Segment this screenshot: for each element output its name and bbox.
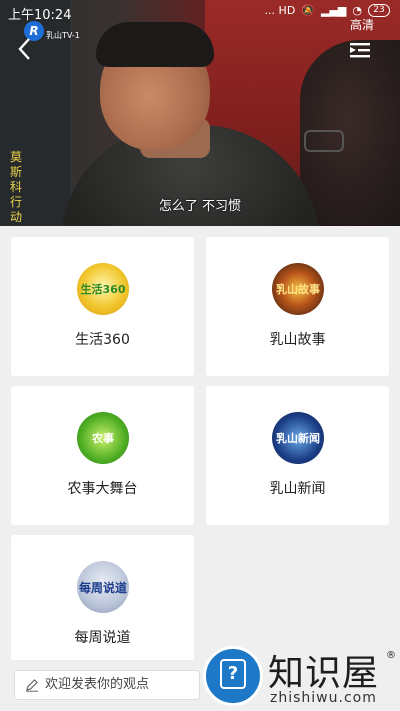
program-thumbnail: 生活360 [77,263,129,315]
program-label: 乳山故事 [269,332,326,348]
video-subtitle: 怎么了 不习惯 [158,199,242,214]
program-thumbnail: 每周说道 [77,561,129,613]
program-thumbnail: 农事 [77,412,129,464]
program-card-shenghuo360[interactable]: 生活360 生活360 [11,237,194,376]
status-extra-indicators: ... HD [264,4,296,17]
program-label: 每周说道 [74,630,131,646]
program-card-meizhou-shuodao[interactable]: 每周说道 每周说道 [11,535,194,674]
program-card-nongshi-wutai[interactable]: 农事 农事大舞台 [11,386,194,525]
comment-placeholder: 欢迎发表你的观点 [45,677,150,692]
program-label: 乳山新闻 [269,481,326,497]
pencil-icon [26,679,38,692]
channel-logo-text: 乳山TV-1 [46,31,80,40]
watermark-logo: ? [203,646,263,706]
program-card-rushan-xinwen[interactable]: 乳山新闻 乳山新闻 [206,386,389,525]
playlist-button[interactable] [348,40,372,60]
program-label: 农事大舞台 [67,481,138,497]
question-icon: ? [220,659,246,689]
watermark-url: zhishiwu.com [270,690,377,706]
mute-icon: 🔕 [301,4,315,17]
status-time: 上午10:24 [8,8,72,23]
signal-icon: ▂▄▆ [321,4,347,17]
video-frame-person-hair [96,22,214,67]
program-thumbnail: 乳山新闻 [272,412,324,464]
chevron-left-icon [18,38,30,60]
comment-input[interactable]: 欢迎发表你的观点 [14,670,200,700]
back-button[interactable] [12,36,38,62]
program-grid: 生活360 生活360 乳山故事 乳山故事 农事 农事大舞台 乳山新闻 乳山新闻… [0,226,400,674]
video-frame-glasses [304,130,344,152]
quality-label[interactable]: 高清 [350,16,374,33]
program-label: 生活360 [75,332,130,348]
program-thumbnail: 乳山故事 [272,263,324,315]
watermark-registered: ® [386,650,396,661]
watermark-title: 知识屋 [268,653,380,694]
playlist-icon [350,43,370,58]
video-player[interactable]: 上午10:24 ... HD 🔕 ▂▄▆ ◔ 23 R 乳山TV-1 高清 莫斯… [0,0,400,226]
status-bar: 上午10:24 ... HD 🔕 ▂▄▆ ◔ 23 [0,0,400,24]
program-card-rushan-gushi[interactable]: 乳山故事 乳山故事 [206,237,389,376]
